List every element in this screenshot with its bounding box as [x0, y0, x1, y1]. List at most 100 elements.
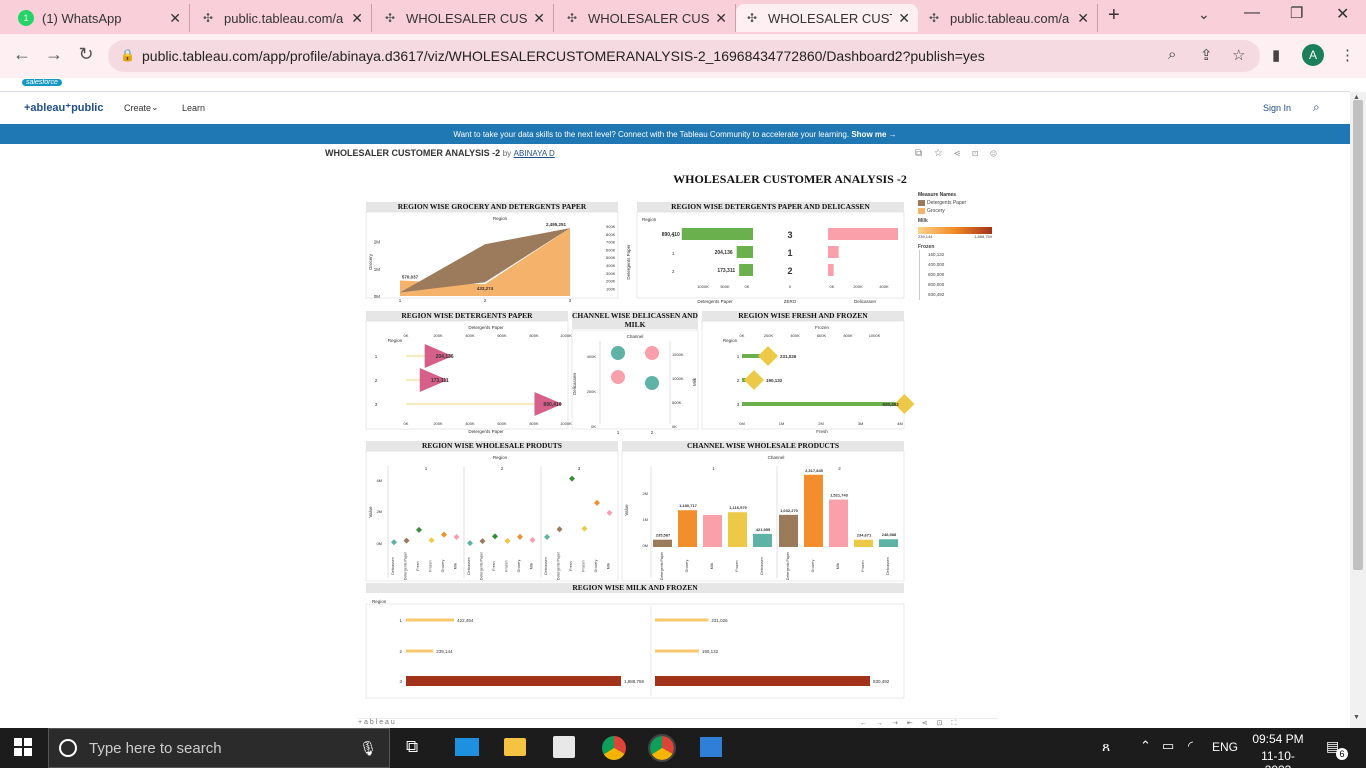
tab-whatsapp[interactable]: 1 (1) WhatsApp ✕ — [10, 4, 190, 32]
dashboard-charts: Region 570,037 433,274 2,495,251 1 2 3 0M 1M 2M Gr… — [365, 211, 915, 699]
windows-start-icon[interactable] — [14, 738, 32, 756]
chart8-category: 3 — [399, 679, 402, 684]
menu-icon[interactable]: ⋮ — [1340, 46, 1355, 64]
zoom-icon[interactable]: ⌕ — [1168, 46, 1176, 63]
photos-icon[interactable] — [700, 737, 722, 757]
nav-create[interactable]: Create — [124, 103, 151, 113]
tab-tableau-3[interactable]: ✣ WHOLESALER CUSTO ✕ — [556, 4, 736, 32]
chart6-measure-label: Grocery — [594, 559, 598, 572]
star-icon[interactable]: ☆ — [1232, 46, 1245, 64]
close-icon[interactable]: ✕ — [1077, 10, 1089, 27]
chart6-measure-label: Grocery — [517, 559, 521, 572]
file-explorer-icon[interactable] — [504, 738, 526, 756]
chart5-x-top-tick: 0K — [740, 333, 745, 338]
microphone-icon[interactable]: 🎙 — [359, 740, 377, 757]
tableau-public-logo[interactable]: +ableau⁺public — [24, 101, 103, 114]
clock-date[interactable]: 11-10-2023 — [1250, 749, 1306, 777]
banner-text: Want to take your data skills to the nex… — [453, 129, 850, 139]
restore-button[interactable]: ❐ — [1290, 4, 1303, 22]
chart4-dot — [645, 376, 659, 390]
tab-tableau-2[interactable]: ✣ WHOLESALER CUSTO ✕ — [374, 4, 554, 32]
legend-item-grocery[interactable]: Grocery — [918, 208, 998, 214]
frozen-size-legend: 160,132 400,000 600,000 800,000 930,492 — [919, 250, 998, 300]
chart3-data-label: 204,136 — [436, 354, 454, 360]
chart7-bar — [653, 539, 672, 547]
notification-count: 6 — [1336, 748, 1348, 760]
chart6-point — [529, 537, 536, 544]
legend-item-detergents[interactable]: Detergents Paper — [918, 200, 998, 206]
mail-icon[interactable] — [455, 738, 479, 756]
minimize-button[interactable]: — — [1244, 4, 1260, 22]
viz-action-icons[interactable]: ⧉☆⋖⊡⊜ — [915, 148, 1009, 159]
chart2-x-tick: 200K — [853, 284, 863, 289]
chart7-measure-label: Delicassen — [760, 557, 764, 575]
chart4-x-tick: 1 — [617, 430, 620, 435]
banner-link[interactable]: Show me → — [851, 130, 896, 139]
chart2-x-tick: 0 — [789, 284, 792, 289]
avatar[interactable]: A — [1302, 44, 1324, 66]
clock-time[interactable]: 09:54 PM — [1250, 732, 1306, 746]
chart7-data-label: 421,955 — [756, 527, 771, 532]
tab-tableau-1[interactable]: ✣ public.tableau.com/a ✕ — [192, 4, 372, 32]
scrollbar-thumb[interactable] — [1353, 100, 1363, 570]
page-scrollbar[interactable]: ▲ ▼ — [1350, 92, 1366, 728]
chrome-icon[interactable] — [602, 736, 626, 760]
reload-icon[interactable]: ↻ — [74, 44, 98, 65]
legend-label: Grocery — [927, 208, 945, 214]
wifi-icon[interactable]: ◜ — [1188, 738, 1193, 754]
chart7-bar — [678, 510, 697, 547]
chart5-data-label: 231,026 — [780, 354, 797, 359]
close-icon[interactable]: ✕ — [898, 10, 910, 27]
chrome-profile-icon[interactable] — [648, 734, 676, 762]
tab-tableau-active[interactable]: ✣ WHOLESALER CUSTO ✕ — [736, 4, 918, 32]
window-close-button[interactable]: ✕ — [1336, 4, 1349, 24]
language-indicator[interactable]: ENG — [1212, 740, 1238, 754]
nav-learn[interactable]: Learn — [182, 103, 205, 113]
chart3-x-tick: 200K — [433, 421, 443, 426]
chart6-measure-label: Grocery — [441, 559, 445, 572]
people-icon[interactable]: ጸ — [1102, 738, 1110, 755]
viz-toolbar-icons[interactable]: ←→⇢⇤⋖⊡⛶ — [860, 719, 965, 728]
chart7-measure-label: Frozen — [861, 560, 865, 571]
close-icon[interactable]: ✕ — [351, 10, 363, 27]
chart3-y-label: Region — [388, 338, 403, 343]
legend-measure-names: Measure Names — [918, 192, 957, 198]
milk-ramp-labels: 239,144 1,888,759 — [918, 234, 992, 239]
new-tab-button[interactable]: + — [1108, 4, 1120, 27]
chart8-label-milk: 422,454 — [457, 618, 474, 623]
battery-icon[interactable]: ▭ — [1162, 738, 1174, 754]
tab-tableau-5[interactable]: ✣ public.tableau.com/a ✕ — [918, 4, 1098, 32]
chart3-x-top-tick: 800K — [529, 333, 539, 338]
search-icon — [59, 739, 77, 757]
chart8-bar-frozen — [655, 649, 699, 653]
chart6-point — [492, 533, 498, 540]
back-icon[interactable]: ← — [10, 44, 34, 65]
sign-in-link[interactable]: Sign In — [1263, 103, 1291, 113]
close-icon[interactable]: ✕ — [533, 10, 545, 27]
close-icon[interactable]: ✕ — [169, 10, 181, 27]
footer-tableau-logo[interactable]: + a b l e a u — [358, 719, 395, 726]
taskbar-search-box[interactable]: Type here to search 🎙 — [48, 728, 390, 768]
chart4-y2-label: Milk — [692, 377, 697, 386]
tab-title: public.tableau.com/a — [950, 10, 1070, 26]
task-view-icon[interactable]: ⧉ — [406, 737, 418, 757]
chart7-bar — [804, 474, 823, 547]
url-bar[interactable]: 🔒 public.tableau.com/app/profile/abinaya… — [108, 40, 1260, 72]
share-icon[interactable]: ⇪ — [1200, 46, 1213, 64]
chevron-down-icon[interactable]: ⌄ — [1198, 6, 1210, 23]
close-icon[interactable]: ✕ — [715, 10, 727, 27]
scroll-down-icon[interactable]: ▼ — [1353, 714, 1360, 721]
chevron-up-icon[interactable]: ⌃ — [1140, 738, 1151, 754]
forward-icon[interactable]: → — [42, 44, 66, 65]
chart4-dot — [645, 346, 659, 360]
search-icon[interactable]: ⌕ — [1313, 100, 1320, 115]
chart3-x-top-tick: 1000K — [560, 333, 572, 338]
sidebar-icon[interactable]: ▮ — [1272, 46, 1280, 64]
chart4-dot — [611, 346, 625, 360]
chart1-y2-tick: 900K — [606, 224, 616, 229]
chart1-x-tick: 1 — [399, 298, 402, 303]
tab-title: public.tableau.com/a — [224, 10, 344, 26]
chart7-data-label: 1,032,270 — [780, 508, 799, 513]
author-link[interactable]: ABINAYA D — [514, 149, 555, 158]
store-icon[interactable] — [553, 736, 575, 758]
